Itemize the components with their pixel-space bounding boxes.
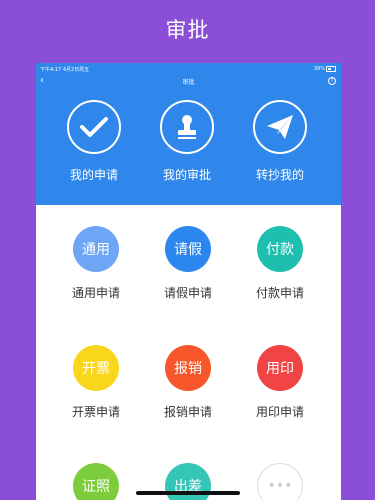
- approval-header-panel: 下午4:17 4月2日周五 39% ‹ 审批 ? 我的申请 我的审批 转抄我的: [36, 63, 341, 205]
- my-applications-label: 我的申请: [69, 168, 118, 182]
- my-approvals-button[interactable]: 我的审批: [142, 100, 232, 183]
- more-item[interactable]: •••: [230, 463, 330, 500]
- general-application-label: 通用申请: [71, 286, 120, 300]
- general-application-item[interactable]: 通用 通用申请: [46, 226, 146, 301]
- app-screen: 下午4:17 4月2日周五 39% ‹ 审批 ? 我的申请 我的审批 转抄我的 …: [36, 63, 341, 500]
- certificate-application-item[interactable]: 证照: [46, 463, 146, 500]
- general-icon: 通用: [73, 226, 119, 272]
- leave-icon: 请假: [165, 226, 211, 272]
- nav-bar: ‹ 审批 ?: [36, 75, 341, 89]
- certificate-icon: 证照: [73, 463, 119, 500]
- seal-application-label: 用印申请: [255, 405, 304, 419]
- seal-icon: 用印: [257, 345, 303, 391]
- page-title: 审批: [165, 18, 210, 42]
- cc-to-me-button[interactable]: 转抄我的: [235, 100, 325, 183]
- leave-application-item[interactable]: 请假 请假申请: [138, 226, 238, 301]
- battery-icon: [326, 66, 336, 72]
- cc-to-me-label: 转抄我的: [255, 168, 304, 182]
- help-icon[interactable]: ?: [328, 77, 336, 85]
- reimbursement-application-item[interactable]: 报销 报销申请: [138, 345, 238, 420]
- seal-application-item[interactable]: 用印 用印申请: [230, 345, 330, 420]
- payment-icon: 付款: [257, 226, 303, 272]
- paper-plane-icon: [253, 100, 307, 154]
- status-bar: 下午4:17 4月2日周五 39%: [36, 63, 341, 75]
- home-indicator: [136, 491, 240, 495]
- payment-application-label: 付款申请: [255, 286, 304, 300]
- check-icon: [67, 100, 121, 154]
- stamp-icon: [160, 100, 214, 154]
- payment-application-item[interactable]: 付款 付款申请: [230, 226, 330, 301]
- invoice-application-label: 开票申请: [71, 405, 120, 419]
- my-approvals-label: 我的审批: [162, 168, 211, 182]
- more-icon: •••: [257, 463, 303, 500]
- invoice-application-item[interactable]: 开票 开票申请: [46, 345, 146, 420]
- invoice-icon: 开票: [73, 345, 119, 391]
- my-applications-button[interactable]: 我的申请: [49, 100, 139, 183]
- battery-percent: 39%: [313, 66, 325, 72]
- status-time: 下午4:17 4月2日周五: [40, 67, 90, 73]
- reimbursement-application-label: 报销申请: [163, 405, 212, 419]
- reimbursement-icon: 报销: [165, 345, 211, 391]
- leave-application-label: 请假申请: [163, 286, 212, 300]
- nav-title: 审批: [182, 79, 195, 86]
